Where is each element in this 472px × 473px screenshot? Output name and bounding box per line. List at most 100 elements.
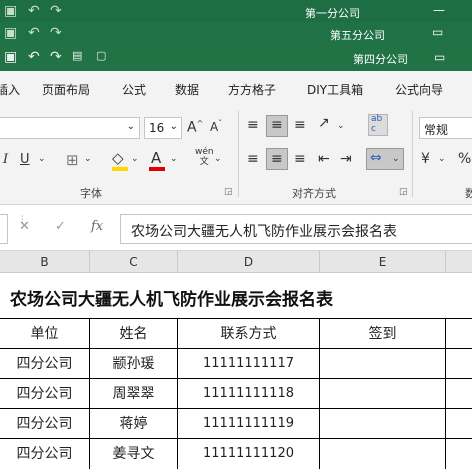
chevron-down-icon[interactable]: ⌄	[337, 121, 345, 131]
redo-icon-3[interactable]: ↷	[50, 49, 62, 65]
chevron-down-icon[interactable]: ⌄	[38, 154, 46, 164]
chevron-down-icon[interactable]: ⌄	[84, 154, 92, 164]
orientation-icon[interactable]: ↗	[318, 115, 330, 131]
font-color-icon[interactable]: A	[151, 149, 161, 167]
chevron-down-icon[interactable]: ⌄	[170, 154, 178, 164]
print-icon[interactable]: ▤	[72, 49, 82, 62]
phone-cell[interactable]: 11111111117	[178, 349, 320, 379]
font-launcher-icon[interactable]: ◲	[224, 187, 233, 197]
column-header-f[interactable]	[446, 251, 472, 273]
save-icon[interactable]: ▣	[4, 3, 17, 19]
column-header-c[interactable]: C	[90, 251, 178, 273]
percent-icon[interactable]: %	[458, 151, 471, 167]
unit-cell[interactable]: 四分公司	[0, 409, 90, 439]
header-cell-signin[interactable]: 签到	[320, 319, 446, 349]
name-cell[interactable]: 周翠翠	[90, 379, 178, 409]
phone-cell[interactable]: 11111111119	[178, 409, 320, 439]
currency-icon[interactable]: ¥	[421, 151, 430, 167]
unit-cell[interactable]: 四分公司	[0, 349, 90, 379]
column-headers: B C D E	[0, 251, 472, 273]
tab-insert[interactable]: 插入	[0, 81, 20, 98]
align-right-icon[interactable]: ≡	[294, 151, 306, 167]
unit-cell[interactable]: 四分公司	[0, 379, 90, 409]
restore-icon[interactable]: ▭	[432, 25, 443, 39]
empty-cell[interactable]	[446, 439, 472, 469]
phonetic-icon[interactable]: wén 文	[195, 147, 214, 167]
header-cell-contact[interactable]: 联系方式	[178, 319, 320, 349]
name-box[interactable]	[0, 214, 8, 244]
empty-cell[interactable]	[446, 409, 472, 439]
undo-icon[interactable]: ↶	[28, 3, 40, 19]
separator	[412, 111, 413, 197]
ribbon-display-icon[interactable]: ▭	[434, 50, 445, 64]
empty-cell[interactable]	[446, 349, 472, 379]
empty-cell[interactable]	[446, 319, 472, 349]
tab-formula-wizard[interactable]: 公式向导	[395, 81, 443, 98]
unit-cell[interactable]: 四分公司	[0, 439, 90, 469]
underline-icon[interactable]: U	[20, 152, 30, 167]
group-label-alignment: 对齐方式	[292, 187, 336, 200]
font-size-box[interactable]: 16 ⌄	[144, 117, 182, 139]
tab-diy-toolbox[interactable]: DIY工具箱	[307, 81, 363, 98]
italic-icon[interactable]: I	[3, 152, 8, 167]
worksheet[interactable]: 农场公司大疆无人机飞防作业展示会报名表 单位 姓名 联系方式 签到 四分公司 颛…	[0, 273, 472, 473]
save-icon-3[interactable]: ▣	[4, 49, 17, 65]
tab-page-layout[interactable]: 页面布局	[42, 81, 90, 98]
chevron-down-icon[interactable]: ⌄	[131, 154, 139, 164]
column-header-e[interactable]: E	[320, 251, 446, 273]
increase-font-icon[interactable]: A^	[187, 119, 203, 136]
decrease-font-icon[interactable]: Aˇ	[210, 119, 222, 134]
tab-formulas[interactable]: 公式	[122, 81, 146, 98]
column-header-b[interactable]: B	[0, 251, 90, 273]
borders-icon[interactable]: ⊞	[66, 151, 79, 169]
tab-fangfang[interactable]: 方方格子	[228, 81, 276, 98]
wrap-text-icon[interactable]: ab c	[371, 114, 382, 134]
signin-cell[interactable]	[320, 409, 446, 439]
signin-cell[interactable]	[320, 349, 446, 379]
table-row: 四分公司 颛孙瑗 11111111117	[0, 348, 472, 379]
fill-color-icon[interactable]: ◇	[112, 149, 124, 167]
chevron-down-icon[interactable]: ⌄	[392, 154, 400, 164]
number-format-box[interactable]: 常规	[419, 117, 472, 139]
minimize-icon[interactable]: —	[433, 3, 445, 17]
chevron-down-icon[interactable]: ⌄	[214, 154, 222, 164]
font-name-box[interactable]: ⌄	[0, 117, 140, 139]
decrease-indent-icon[interactable]: ⇤	[318, 151, 330, 167]
redo-icon-2[interactable]: ↷	[50, 25, 62, 41]
name-cell[interactable]: 蒋婷	[90, 409, 178, 439]
tab-data[interactable]: 数据	[175, 81, 199, 98]
header-cell-unit[interactable]: 单位	[0, 319, 90, 349]
header-cell-name[interactable]: 姓名	[90, 319, 178, 349]
alignment-launcher-icon[interactable]: ◲	[399, 187, 408, 197]
signin-cell[interactable]	[320, 439, 446, 469]
chevron-down-icon[interactable]: ⌄	[127, 121, 135, 132]
merge-center-icon[interactable]: ⇔	[370, 150, 382, 166]
column-header-d[interactable]: D	[178, 251, 320, 273]
group-label-font: 字体	[80, 187, 102, 200]
chevron-down-icon[interactable]: ⌄	[170, 121, 178, 132]
align-top-icon[interactable]: ≡	[247, 117, 259, 133]
undo-icon-2[interactable]: ↶	[28, 25, 40, 41]
align-center-icon[interactable]: ≡	[271, 151, 283, 167]
preview-icon[interactable]: ▢	[96, 49, 106, 62]
undo-icon-3[interactable]: ↶	[28, 49, 40, 65]
sheet-title-cell[interactable]: 农场公司大疆无人机飞防作业展示会报名表	[0, 273, 472, 318]
empty-cell[interactable]	[446, 379, 472, 409]
name-cell[interactable]: 姜寻文	[90, 439, 178, 469]
formula-input[interactable]: 农场公司大疆无人机飞防作业展示会报名表	[120, 214, 472, 244]
signin-cell[interactable]	[320, 379, 446, 409]
chevron-down-icon[interactable]: ⌄	[438, 154, 446, 164]
fill-color-swatch	[112, 167, 128, 171]
phone-cell[interactable]: 11111111120	[178, 439, 320, 469]
align-left-icon[interactable]: ≡	[247, 151, 259, 167]
align-bottom-icon[interactable]: ≡	[294, 117, 306, 133]
cancel-icon[interactable]: ✕	[19, 219, 30, 234]
align-middle-icon[interactable]: ≡	[271, 117, 283, 133]
name-cell[interactable]: 颛孙瑗	[90, 349, 178, 379]
redo-icon[interactable]: ↷	[50, 3, 62, 19]
phone-cell[interactable]: 11111111118	[178, 379, 320, 409]
confirm-icon[interactable]: ✓	[55, 219, 66, 234]
save-icon-2[interactable]: ▣	[4, 25, 17, 41]
insert-function-icon[interactable]: fx	[91, 219, 103, 234]
increase-indent-icon[interactable]: ⇥	[340, 151, 352, 167]
